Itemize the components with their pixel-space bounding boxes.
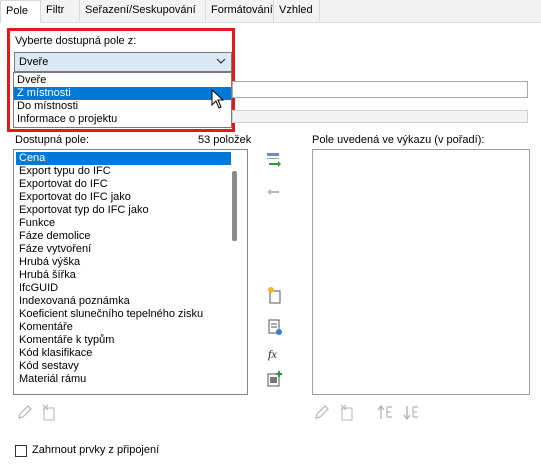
available-fields-list[interactable]: Cena Export typu do IFC Exportovat do IF… xyxy=(13,149,248,395)
list-item[interactable]: Exportovat do IFC jako xyxy=(16,191,231,204)
delete-icon xyxy=(42,404,55,421)
scheduled-fields-label: Pole uvedená ve výkazu (v pořadí): xyxy=(312,134,485,146)
add-shared-parameter-icon[interactable] xyxy=(266,370,284,388)
list-item[interactable]: Fáze demolice xyxy=(16,230,231,243)
delete-icon xyxy=(340,404,353,421)
list-item[interactable]: Hrubá šířka xyxy=(16,269,231,282)
new-parameter-icon[interactable] xyxy=(266,286,284,304)
add-parameter-icon[interactable] xyxy=(265,151,283,169)
tab-filter[interactable]: Filtr xyxy=(41,0,80,21)
list-item-selected[interactable]: Cena xyxy=(16,152,231,165)
list-item[interactable]: Exportovat do IFC xyxy=(16,178,231,191)
tab-appearance[interactable]: Vzhled xyxy=(274,0,320,21)
list-item[interactable]: Export typu do IFC xyxy=(16,165,231,178)
available-fields-count: 53 položek xyxy=(198,134,252,146)
list-item[interactable]: Kód klasifikace xyxy=(16,347,231,360)
list-item[interactable]: Materiál rámu xyxy=(16,373,231,386)
edit-icon xyxy=(18,405,32,419)
hidden-field-disabled xyxy=(232,110,528,123)
list-item[interactable]: Indexovaná poznámka xyxy=(16,295,231,308)
tab-fields[interactable]: Pole xyxy=(0,0,41,23)
move-down-icon xyxy=(403,406,418,421)
list-item[interactable]: Exportovat typ do IFC jako xyxy=(16,204,231,217)
list-item[interactable]: Fáze vytvoření xyxy=(16,243,231,256)
calculated-value-icon[interactable]: fx xyxy=(266,345,284,363)
hidden-field[interactable] xyxy=(232,81,528,98)
edit-icon xyxy=(315,405,329,419)
list-item[interactable]: Funkce xyxy=(16,217,231,230)
remove-parameter-icon xyxy=(267,189,279,195)
list-item[interactable]: IfcGUID xyxy=(16,282,231,295)
list-item[interactable]: Komentáře k typům xyxy=(16,334,231,347)
annotation-highlight-box xyxy=(7,28,235,132)
list-scrollbar-thumb[interactable] xyxy=(232,171,237,241)
list-item[interactable]: Koeficient slunečního tepelného zisku xyxy=(16,308,231,321)
tab-formatting[interactable]: Formátování xyxy=(206,0,274,21)
list-item[interactable]: Kód sestavy xyxy=(16,360,231,373)
available-fields-label: Dostupná pole: xyxy=(15,134,89,146)
svg-text:fx: fx xyxy=(268,347,277,361)
move-up-icon xyxy=(377,404,392,419)
include-linked-label: Zahrnout prvky z připojení xyxy=(32,444,160,456)
scheduled-fields-list[interactable] xyxy=(312,149,530,395)
include-linked-checkbox[interactable] xyxy=(15,445,27,457)
tab-bar: Pole Filtr Seřazení/Seskupování Formátov… xyxy=(0,0,541,23)
tab-sorting-grouping[interactable]: Seřazení/Seskupování xyxy=(80,0,206,21)
list-item[interactable]: Hrubá výška xyxy=(16,256,231,269)
list-item[interactable]: Komentáře xyxy=(16,321,231,334)
combine-parameters-icon[interactable] xyxy=(266,318,284,336)
